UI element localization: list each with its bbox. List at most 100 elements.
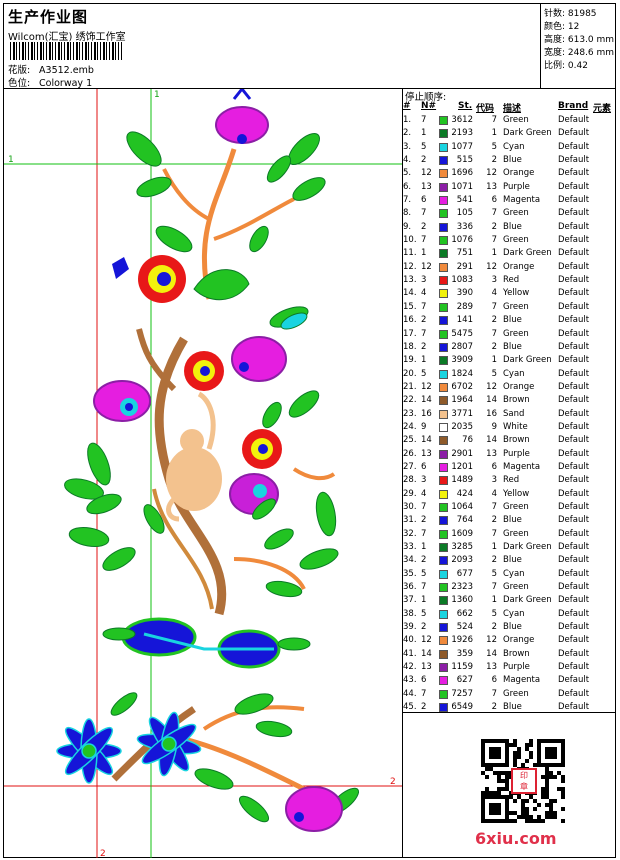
color-swatch [439, 369, 448, 379]
row-code: 1 [491, 542, 497, 552]
row-index: 30. [403, 501, 417, 512]
stop-row: 35. 5 677 5 Cyan Default [403, 568, 616, 581]
design-height: 高度: 613.0 mm [544, 35, 615, 45]
row-index: 22. [403, 395, 417, 406]
row-code: 12 [486, 168, 497, 179]
row-index: 16. [403, 315, 417, 326]
row-stitches: 524 [456, 622, 473, 633]
row-needle: 7 [421, 115, 427, 125]
color-swatch [439, 649, 448, 659]
row-brand: Default [558, 608, 590, 619]
row-needle: 4 [421, 488, 427, 499]
row-index: 36. [403, 582, 417, 593]
row-brand: Default [558, 315, 590, 326]
color-swatch [439, 609, 448, 619]
row-code: 7 [491, 301, 497, 312]
row-needle: 4 [421, 288, 427, 299]
row-index: 34. [403, 555, 417, 566]
stop-row: 43. 6 627 6 Magenta Default [403, 674, 616, 687]
row-description: Blue [503, 622, 522, 633]
row-needle: 6 [421, 461, 427, 472]
row-stitches: 390 [456, 288, 473, 299]
row-stitches: 1201 [451, 461, 473, 472]
row-brand: Default [558, 501, 590, 512]
row-index: 38. [403, 608, 417, 619]
color-swatch [439, 556, 448, 566]
color-swatch [439, 222, 448, 232]
stop-row: 32. 7 1609 7 Green Default [403, 528, 616, 541]
row-stitches: 1360 [451, 595, 473, 606]
row-stitches: 3771 [451, 408, 473, 419]
stitch-count: 针数: 81985 [544, 9, 597, 19]
row-code: 5 [491, 568, 497, 579]
row-description: Green [503, 501, 529, 512]
flower-magenta-bottom [285, 786, 343, 832]
row-brand: Default [558, 341, 590, 352]
color-count: 颜色: 12 [544, 22, 580, 32]
branch-top [162, 168, 210, 221]
row-code: 5 [491, 608, 497, 619]
row-code: 2 [491, 221, 497, 232]
row-code: 14 [486, 395, 497, 406]
row-index: 1. [403, 115, 412, 125]
row-code: 13 [486, 662, 497, 673]
row-stitches: 1824 [451, 368, 473, 379]
header-stitches: St. [458, 101, 473, 111]
color-swatch [439, 382, 448, 392]
row-index: 37. [403, 595, 417, 606]
row-description: Magenta [503, 461, 541, 472]
row-brand: Default [558, 128, 590, 139]
row-index: 11. [403, 248, 417, 259]
row-description: Brown [503, 395, 530, 406]
row-stitches: 1159 [451, 662, 473, 673]
row-stitches: 2807 [451, 341, 473, 352]
stop-row: 4. 2 515 2 Blue Default [403, 154, 616, 167]
row-needle: 6 [421, 675, 427, 686]
stop-row: 40. 12 1926 12 Orange Default [403, 634, 616, 647]
row-needle: 14 [421, 435, 432, 446]
row-stitches: 7257 [451, 688, 473, 699]
row-brand: Default [558, 515, 590, 526]
row-code: 7 [491, 235, 497, 246]
design-file-row: 花版: A3512.emb [8, 62, 94, 76]
stop-row: 5. 12 1696 12 Orange Default [403, 167, 616, 180]
row-brand: Default [558, 448, 590, 459]
row-description: Blue [503, 315, 522, 326]
row-index: 7. [403, 195, 412, 206]
stop-row: 22. 14 1964 14 Brown Default [403, 394, 616, 407]
row-brand: Default [558, 408, 590, 419]
row-index: 20. [403, 368, 417, 379]
row-needle: 13 [421, 181, 432, 192]
stop-row: 10. 7 1076 7 Green Default [403, 234, 616, 247]
stop-row: 39. 2 524 2 Blue Default [403, 621, 616, 634]
row-brand: Default [558, 461, 590, 472]
list-header: # N# St. 代码 描述 Brand 元素 [403, 101, 616, 114]
color-swatch [439, 516, 448, 526]
row-brand: Default [558, 542, 590, 552]
color-swatch [439, 676, 448, 686]
row-needle: 13 [421, 662, 432, 673]
row-description: Orange [503, 635, 535, 646]
row-code: 6 [491, 675, 497, 686]
row-code: 3 [491, 275, 497, 286]
row-needle: 12 [421, 168, 432, 179]
row-code: 1 [491, 595, 497, 606]
row-stitches: 3612 [451, 115, 473, 125]
color-swatch [439, 596, 448, 606]
row-index: 15. [403, 301, 417, 312]
stop-rows: 1. 7 3612 7 Green Default 2. 1 2193 1 Dark Green De… [403, 114, 616, 714]
color-swatch [439, 116, 448, 125]
row-index: 29. [403, 488, 417, 499]
row-needle: 14 [421, 648, 432, 659]
row-needle: 12 [421, 381, 432, 392]
colorway-row: 色位: Colorway 1 [8, 75, 92, 89]
marker-bottom-2: 2 [100, 849, 106, 858]
flower-magenta-left [93, 380, 151, 422]
spec-panel: 针数: 81985 颜色: 12 高度: 613.0 mm 宽度: 248.6 … [540, 4, 617, 88]
row-needle: 3 [421, 475, 427, 486]
stop-row: 12. 12 291 12 Orange Default [403, 261, 616, 274]
row-description: Green [503, 208, 529, 219]
row-code: 4 [491, 288, 497, 299]
row-code: 14 [486, 648, 497, 659]
row-index: 2. [403, 128, 412, 139]
